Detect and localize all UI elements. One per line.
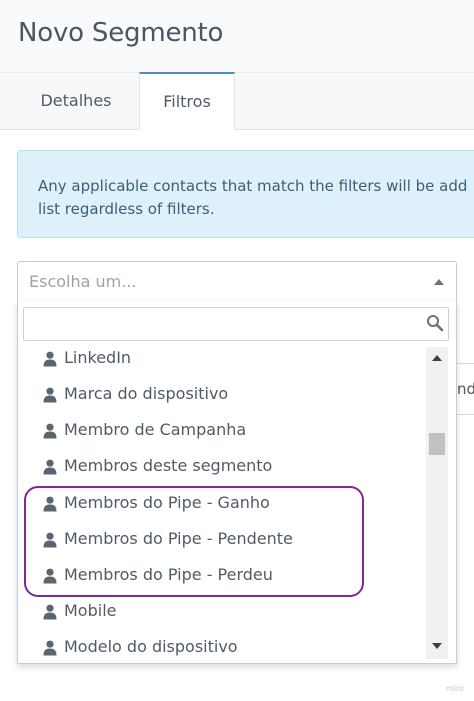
dropdown-scrollbar[interactable] xyxy=(426,347,448,659)
info-line-2: list regardless of filters. xyxy=(38,200,215,218)
search-icon xyxy=(427,315,444,332)
user-icon xyxy=(43,459,57,475)
list-item-membros-do-pipe-ganho[interactable]: Membros do Pipe - Ganho xyxy=(18,486,424,522)
watermark: miro xyxy=(446,684,465,693)
list-item-mobile[interactable]: Mobile xyxy=(18,594,424,630)
list-item-label: Membro de Campanha xyxy=(64,420,247,439)
list-item-membros-deste-segmento[interactable]: Membros deste segmento xyxy=(18,449,424,485)
user-icon xyxy=(43,387,57,403)
page-title: Novo Segmento xyxy=(18,18,224,48)
user-icon xyxy=(43,604,57,620)
list-item-marca-do-dispositivo[interactable]: Marca do dispositivo xyxy=(18,377,424,413)
list-item-label: Marca do dispositivo xyxy=(64,384,229,403)
select-placeholder: Escolha um... xyxy=(29,272,137,291)
info-line-1: Any applicable contacts that match the f… xyxy=(38,177,468,195)
list-item-linkedin[interactable]: LinkedIn xyxy=(18,341,424,377)
user-icon xyxy=(43,568,57,584)
list-item-label: Mobile xyxy=(64,601,117,620)
dropdown-search-input[interactable] xyxy=(23,307,449,341)
list-item-membro-de-campanha[interactable]: Membro de Campanha xyxy=(18,413,424,449)
list-item-label: Membros deste segmento xyxy=(64,456,273,475)
list-item-membros-do-pipe-pendente[interactable]: Membros do Pipe - Pendente xyxy=(18,522,424,558)
info-text: Any applicable contacts that match the f… xyxy=(38,175,474,221)
scrollbar-thumb[interactable] xyxy=(429,433,445,455)
list-item-modelo-do-dispositivo[interactable]: Modelo do dispositivo xyxy=(18,630,424,663)
tab-bar: Detalhes Filtros xyxy=(0,72,474,130)
user-icon xyxy=(43,532,57,548)
user-icon xyxy=(43,496,57,512)
list-item-label: LinkedIn xyxy=(64,348,132,367)
list-item-label: Modelo do dispositivo xyxy=(64,637,238,656)
tab-detalhes[interactable]: Detalhes xyxy=(14,73,138,129)
list-item-label: Membros do Pipe - Ganho xyxy=(64,493,270,512)
list-item-label: Membros do Pipe - Perdeu xyxy=(64,565,273,584)
page-header: Novo Segmento xyxy=(0,0,474,73)
user-icon xyxy=(43,640,57,656)
tab-filtros[interactable]: Filtros xyxy=(139,72,235,130)
chevron-up-icon xyxy=(434,279,444,285)
filter-dropdown: LinkedIn Marca do dispositivo Membro de … xyxy=(17,301,457,664)
dropdown-list: LinkedIn Marca do dispositivo Membro de … xyxy=(18,341,424,663)
scroll-up-arrow-icon[interactable] xyxy=(432,355,442,361)
scroll-down-arrow-icon[interactable] xyxy=(432,643,442,649)
list-item-label: Membros do Pipe - Pendente xyxy=(64,529,293,548)
list-item-membros-do-pipe-perdeu[interactable]: Membros do Pipe - Perdeu xyxy=(18,558,424,594)
user-icon xyxy=(43,423,57,439)
background-field-text: nd xyxy=(457,380,474,398)
info-alert: Any applicable contacts that match the f… xyxy=(17,150,474,238)
filter-select[interactable]: Escolha um... xyxy=(17,261,457,303)
user-icon xyxy=(43,351,57,367)
